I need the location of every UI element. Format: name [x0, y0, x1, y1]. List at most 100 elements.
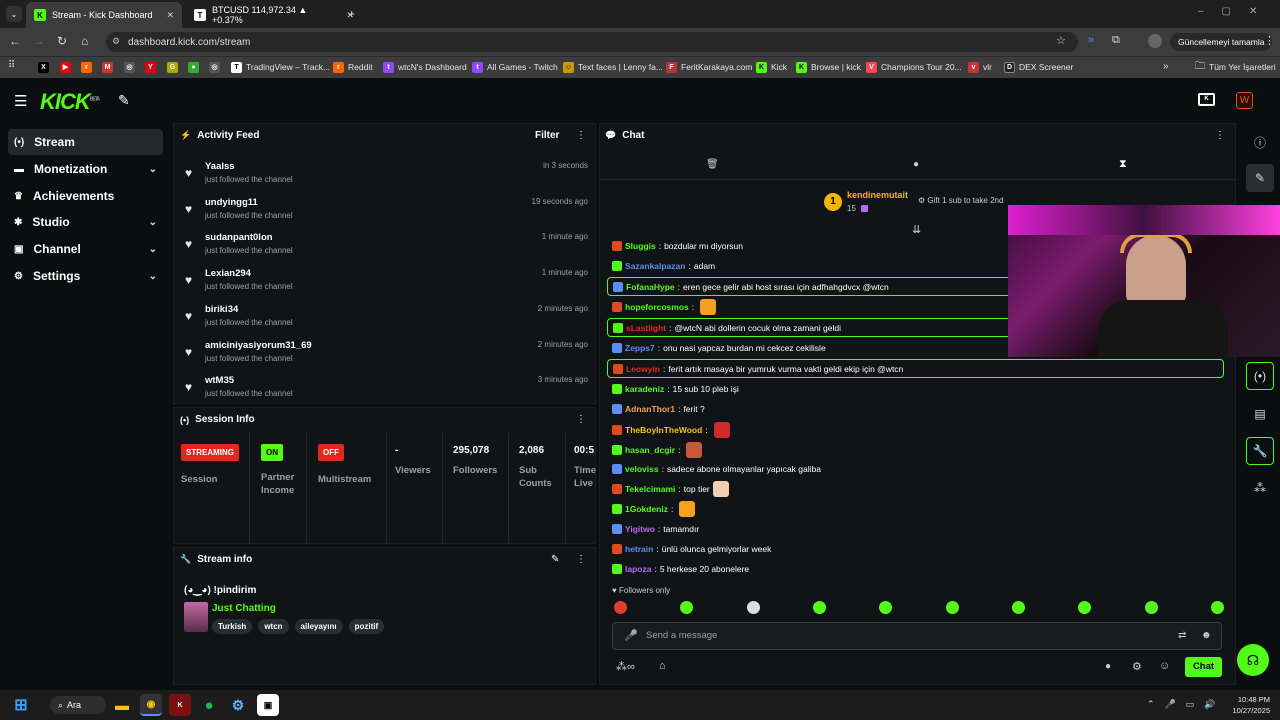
gmail-icon[interactable]: M	[102, 61, 113, 73]
bookmark-reddit[interactable]: r Reddit	[333, 57, 373, 77]
chrome-icon[interactable]: ◉	[140, 694, 162, 716]
chat-bubble-icon[interactable]: ●	[1105, 661, 1111, 672]
search-box[interactable]: ⌕ Ara	[50, 696, 106, 714]
gear-icon[interactable]: ⚙	[1132, 660, 1142, 673]
reload-icon[interactable]: ↻	[57, 34, 67, 48]
share-icon[interactable]: ⁂	[1246, 474, 1274, 502]
bookmark-tradingview[interactable]: T TradingView – Track...	[231, 57, 330, 77]
emote-button[interactable]	[680, 601, 694, 614]
broadcast-icon[interactable]: (•)	[1246, 362, 1274, 390]
more-options-icon[interactable]: ⋮	[576, 554, 586, 565]
chat-username[interactable]: lapoza	[625, 564, 651, 574]
emote-button[interactable]	[879, 601, 893, 614]
x-icon[interactable]: X	[38, 61, 49, 73]
more-options-icon[interactable]: ⋮	[1215, 130, 1225, 141]
edit-brush-icon[interactable]: ✎	[118, 92, 130, 109]
chat-username[interactable]: hetrain	[625, 544, 653, 554]
layout-icon[interactable]: ▤	[1246, 400, 1274, 428]
tag[interactable]: Turkish	[212, 619, 253, 634]
emote-button[interactable]	[812, 601, 826, 614]
hamburger-menu-icon[interactable]: ☰	[14, 92, 27, 110]
new-tab-icon[interactable]: +	[348, 7, 355, 21]
chat-users-icon[interactable]: ☺	[1159, 660, 1170, 672]
chat-username[interactable]: hopeforcosmos	[625, 302, 689, 312]
tag[interactable]: pozitif	[348, 619, 385, 634]
youtube-icon[interactable]: ▶	[60, 61, 71, 73]
emote-button[interactable]	[1011, 601, 1025, 614]
chat-username[interactable]: FofanaHype	[626, 282, 675, 292]
bookmark-kick[interactable]: K Kick	[756, 57, 787, 77]
more-bookmarks-icon[interactable]: »	[1163, 61, 1169, 72]
app-icon[interactable]: K	[169, 694, 191, 716]
emote-button[interactable]	[746, 601, 760, 614]
profile-avatar[interactable]	[1148, 34, 1162, 48]
chat-username[interactable]: 1Gokdeniz	[625, 504, 668, 514]
windows-start-icon[interactable]: ⊞	[10, 694, 32, 716]
g-icon[interactable]: G	[167, 61, 178, 73]
rewards-icon[interactable]: ⁂∞	[616, 660, 635, 673]
bookmark-browse-kick[interactable]: K Browse | kick	[796, 57, 861, 77]
chat-username[interactable]: karadeniz	[625, 384, 664, 394]
bookmark-all-games[interactable]: t All Games - Twitch	[472, 57, 558, 77]
chat-username[interactable]: veloviss	[625, 464, 659, 474]
tag[interactable]: wtcn	[258, 619, 289, 634]
hourglass-icon[interactable]: ⧗	[1119, 158, 1127, 171]
emote-button[interactable]	[1144, 601, 1158, 614]
apps-grid-icon[interactable]: ⠿	[8, 60, 15, 71]
category-name[interactable]: Just Chatting	[212, 603, 276, 614]
send-chat-button[interactable]: Chat	[1185, 657, 1222, 677]
emoji-icon[interactable]: ☻	[1201, 630, 1212, 641]
window-controls[interactable]: –▢✕	[1198, 6, 1275, 17]
reddit-small-icon[interactable]: r	[81, 61, 92, 73]
gift-prompt[interactable]: ⚙ Gift 1 sub to take 2nd	[918, 196, 1003, 205]
chat-bubble-icon[interactable]: ●	[913, 159, 919, 170]
kick-studio-icon[interactable]: K	[1198, 93, 1215, 106]
spotify-icon[interactable]: ●	[198, 694, 220, 716]
globe-icon[interactable]: ◎	[209, 61, 220, 73]
bookmark-vlr[interactable]: v vlr	[968, 57, 992, 77]
sidebar-item-settings[interactable]: ⚙ Settings ⌄	[8, 263, 163, 289]
store-icon[interactable]: ⌂	[659, 660, 666, 672]
emote-button[interactable]	[945, 601, 959, 614]
emote-button[interactable]	[614, 601, 627, 614]
bookmark-text-faces[interactable]: ☺ Text faces | Lenny fa...	[563, 57, 663, 77]
chat-username[interactable]: Zepps7	[625, 343, 655, 353]
extensions-puzzle-icon[interactable]: ⧉	[1112, 34, 1120, 47]
chat-username[interactable]: TheBoyInTheWood	[625, 425, 702, 435]
extension-icon[interactable]: »	[1088, 34, 1094, 46]
tab-list-icon[interactable]: ⌄	[6, 6, 22, 22]
sidebar-item-channel[interactable]: ▣ Channel ⌄	[8, 236, 163, 262]
bookmark-wtcn-dashboard[interactable]: t wtcN's Dashboard	[383, 57, 467, 77]
all-bookmarks[interactable]: 🗀 Tüm Yer İşaretleri	[1195, 57, 1276, 77]
edit-pencil-icon[interactable]: ✎	[1246, 164, 1274, 192]
close-icon[interactable]: ✕	[166, 10, 174, 21]
bookmark-feritkarakaya[interactable]: F FeritKarakaya.com	[666, 57, 752, 77]
more-options-icon[interactable]: ⋮	[576, 130, 586, 141]
chat-username[interactable]: Tekelcimami	[625, 484, 675, 494]
top-gifter-name[interactable]: kendinemutait	[847, 190, 908, 200]
tab-tradingview[interactable]: T BTCUSD 114,972.34 ▲ +0.37% ✕	[186, 2, 362, 28]
frog-icon[interactable]: ●	[188, 61, 199, 73]
menu-dots-icon[interactable]: ⋮	[1264, 34, 1275, 47]
forward-icon[interactable]: →	[33, 34, 45, 48]
collapse-pinned-icon[interactable]: ⇊	[912, 223, 921, 236]
y-icon[interactable]: Y	[145, 61, 156, 73]
chat-username[interactable]: Leowyin	[626, 364, 660, 374]
tab-kick-dashboard[interactable]: K Stream - Kick Dashboard ✕	[26, 2, 182, 28]
user-avatar[interactable]: W	[1236, 92, 1253, 109]
kick-logo[interactable]: KICKBETA	[40, 89, 100, 115]
url-bar[interactable]: dashboard.kick.com/stream	[106, 32, 1078, 52]
emote-button[interactable]	[1210, 601, 1224, 614]
update-button[interactable]: Güncellemeyi tamamla	[1170, 33, 1273, 51]
steam-icon[interactable]: ⚙	[227, 694, 249, 716]
tag[interactable]: aileyayını	[294, 619, 343, 634]
support-headset-icon[interactable]: ☊	[1237, 644, 1269, 676]
emote-button[interactable]	[1078, 601, 1092, 614]
sidebar-item-stream[interactable]: (•) Stream	[8, 129, 163, 155]
mic-icon[interactable]: 🎤	[624, 629, 638, 642]
filter-button[interactable]: Filter	[535, 130, 559, 141]
bookmark-star-icon[interactable]: ☆	[1056, 34, 1066, 47]
clock[interactable]: 10:48 PM 10/27/2025	[1226, 694, 1270, 716]
bookmark-champions-tour[interactable]: V Champions Tour 20...	[866, 57, 962, 77]
chat-username[interactable]: AdnanThor1	[625, 404, 675, 414]
